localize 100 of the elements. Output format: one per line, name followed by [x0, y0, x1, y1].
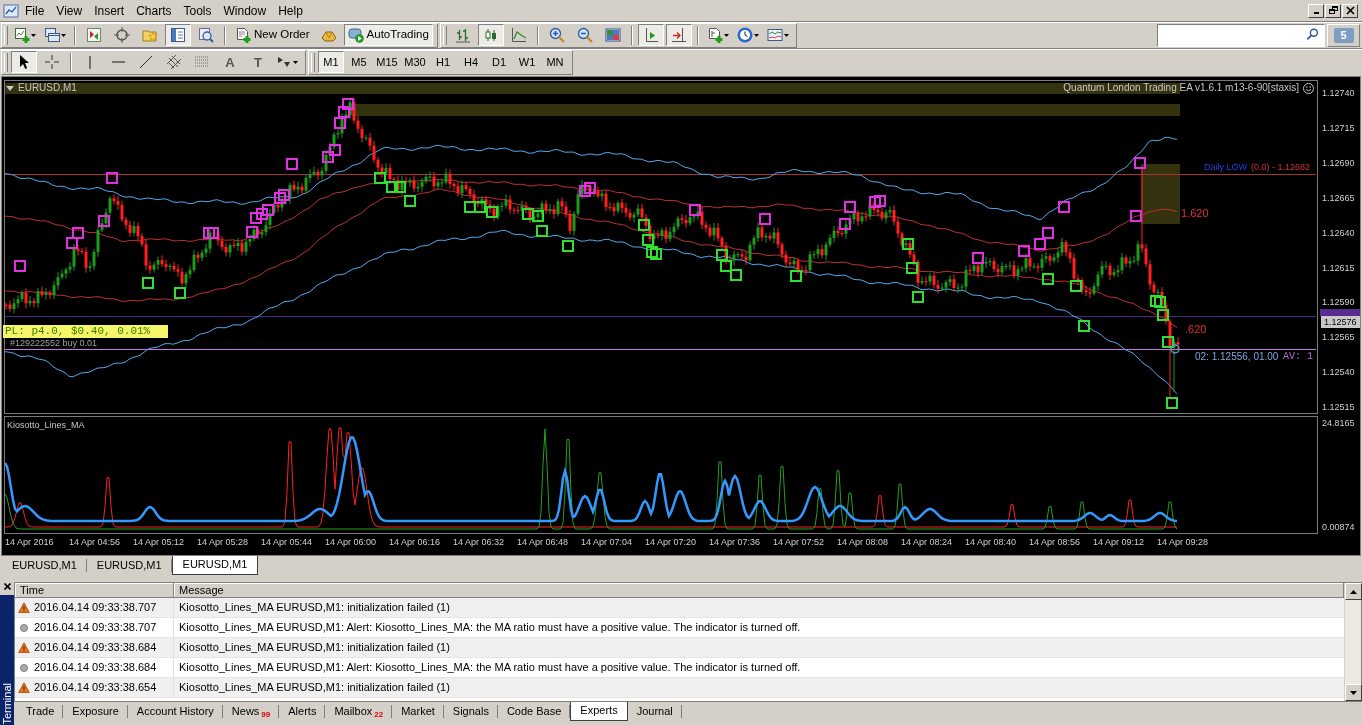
- table-cell-text: Kiosotto_Lines_MA EURUSD,M1: Alert: Kiosotto_Lines_MA: the MA ratio must have a positive value. The indicator is turned off.: [178, 660, 801, 675]
- time-axis-label: 14 Apr 07:36: [709, 536, 761, 548]
- warning-triangle-icon: [18, 602, 30, 613]
- menu-item[interactable]: Insert: [88, 2, 131, 19]
- chart-shift-button[interactable]: [665, 24, 692, 46]
- menu-item[interactable]: Tools: [177, 2, 218, 19]
- search-button[interactable]: [1306, 28, 1320, 42]
- dot-icon: [18, 662, 30, 673]
- unread-count: 99: [261, 709, 271, 720]
- chart-plus-icon: [14, 27, 30, 43]
- trend-line-icon: [138, 54, 154, 70]
- time-axis-label: 14 Apr 08:56: [1029, 536, 1081, 548]
- menu-item[interactable]: Help: [272, 2, 309, 19]
- time-axis-label: 14 Apr 05:12: [133, 536, 185, 548]
- time-axis-label: 14 Apr 09:28: [1157, 536, 1209, 548]
- price-axis-label: 1.12640: [1322, 227, 1355, 239]
- time-axis-label: 14 Apr 06:48: [517, 536, 569, 548]
- menu-item[interactable]: Window: [217, 2, 273, 19]
- current-price-label: 1.12576: [1321, 316, 1360, 328]
- menu-item[interactable]: Charts: [130, 2, 178, 19]
- price-marker: [1320, 309, 1360, 316]
- close-button[interactable]: [1342, 3, 1358, 18]
- panel-window-icon: [170, 27, 186, 43]
- timeframe-button[interactable]: M1: [318, 51, 344, 73]
- terminal-tab[interactable]: Experts: [570, 702, 628, 721]
- text-label-button[interactable]: T: [245, 51, 271, 73]
- column-header[interactable]: Time: [15, 583, 174, 598]
- table-cell: 2016.04.14 09:33:38.707: [34, 600, 157, 615]
- price-axis-label: 1.12590: [1322, 296, 1355, 308]
- document-plus-icon: [235, 27, 251, 43]
- candlestick-button[interactable]: [477, 24, 504, 46]
- caret-icon: [31, 33, 36, 37]
- timeframe-button[interactable]: M30: [402, 51, 428, 73]
- dotted-lines-icon: [194, 54, 210, 70]
- search-field[interactable]: [1157, 23, 1325, 47]
- arrows-panel-icon: [86, 27, 102, 43]
- shift-arrow-icon: [670, 27, 687, 43]
- time-axis-label: 14 Apr 06:00: [325, 536, 377, 548]
- price-axis-label: 1.12665: [1322, 192, 1355, 204]
- app-icon: [3, 2, 19, 19]
- price-axis-label: 1.12515: [1322, 401, 1355, 413]
- caret-icon: [61, 33, 66, 37]
- caret-icon: [293, 60, 298, 64]
- clock-icon: [736, 27, 753, 43]
- document-plus-icon: [706, 27, 723, 43]
- menu-item[interactable]: View: [50, 2, 89, 19]
- restore-button[interactable]: [1325, 3, 1341, 18]
- warning-triangle-icon: [18, 682, 30, 693]
- zoom-out-icon: [576, 27, 593, 43]
- cursor-button[interactable]: [11, 51, 37, 73]
- line-chart-icon: [510, 27, 527, 43]
- dot-icon: [18, 622, 30, 633]
- price-axis-label: 1.12690: [1322, 157, 1355, 169]
- timeframe-button[interactable]: D1: [486, 51, 512, 73]
- timeframe-button[interactable]: W1: [514, 51, 540, 73]
- time-axis-label: 14 Apr 08:24: [901, 536, 953, 548]
- scroll-down-button[interactable]: [1345, 684, 1362, 701]
- table-cell: 2016.04.14 09:33:38.684: [34, 660, 157, 675]
- horizontal-line-icon: [111, 61, 125, 63]
- chart-template-icon: [766, 27, 783, 43]
- text-button[interactable]: A: [217, 51, 243, 73]
- terminal-button[interactable]: [165, 24, 191, 46]
- caret-icon: [723, 33, 729, 37]
- price-axis-label: 1.12740: [1322, 87, 1355, 99]
- time-axis-label: 14 Apr 05:44: [261, 536, 313, 548]
- table-cell: 2016.04.14 09:33:38.654: [34, 680, 157, 695]
- time-axis-label: 14 Apr 07:20: [645, 536, 697, 548]
- restore-icon: [1328, 6, 1338, 15]
- timeframe-button[interactable]: H1: [430, 51, 456, 73]
- column-header[interactable]: Message: [174, 583, 1344, 598]
- time-axis-label: 14 Apr 06:16: [389, 536, 441, 548]
- timeframe-button[interactable]: M15: [374, 51, 400, 73]
- timeframe-button[interactable]: H4: [458, 51, 484, 73]
- chart-tab[interactable]: EURUSD,M1: [171, 556, 259, 575]
- zoom-in-icon: [548, 27, 565, 43]
- time-axis-label: 14 Apr 06:32: [453, 536, 505, 548]
- time-axis-label: 14 Apr 09:12: [1093, 536, 1145, 548]
- price-axis-label: 1.12540: [1322, 366, 1355, 378]
- table-cell-text: Kiosotto_Lines_MA EURUSD,M1: initialization failed (1): [178, 600, 450, 615]
- folder-star-icon: [142, 27, 158, 43]
- time-axis-label: 14 Apr 04:56: [69, 536, 121, 548]
- candlestick-icon: [482, 27, 499, 43]
- search-icon: [1306, 28, 1320, 42]
- menu-item[interactable]: File: [19, 2, 51, 19]
- timeframe-button[interactable]: M5: [346, 51, 372, 73]
- windows-icon: [44, 27, 60, 43]
- caret-icon: [783, 33, 789, 37]
- unread-count: 22: [374, 709, 384, 720]
- scroll-up-button[interactable]: [1345, 583, 1362, 600]
- timeframe-button[interactable]: MN: [542, 51, 568, 73]
- table-cell-text: Kiosotto_Lines_MA EURUSD,M1: initialization failed (1): [178, 680, 450, 695]
- magnifier-chart-icon: [198, 27, 214, 43]
- indicator-axis-label: 0.00874: [1322, 521, 1355, 533]
- new-order-button[interactable]: New Order: [231, 24, 314, 46]
- time-axis-label: 14 Apr 07:04: [581, 536, 633, 548]
- auto-scroll-button[interactable]: [637, 24, 664, 46]
- autotrading-button[interactable]: AutoTrading: [343, 24, 433, 46]
- up-arrow-icon: [1350, 589, 1357, 594]
- caret-icon: [753, 33, 759, 37]
- minimize-button[interactable]: [1308, 3, 1324, 18]
